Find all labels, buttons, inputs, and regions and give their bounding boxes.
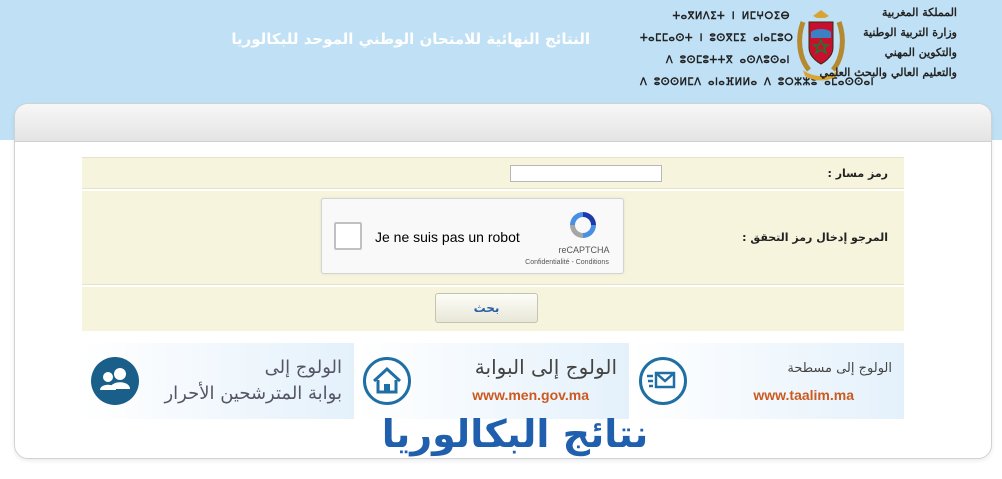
search-button[interactable]: بحث [435,293,538,323]
men-portal-banner[interactable]: الولوج إلى البوابة www.men.gov.ma [357,343,629,419]
results-form: رمز مسار : Je ne suis pas un robot reCAP… [82,151,904,331]
tifinagh-line: ⴷ ⵓⵙⵙⵍⵎⴷ ⴰⵏⴰⴼⵍⵍⴰ ⴷ ⵓⵔⵣⵣⵓ ⴰⵎⴰⵙⵙⴰⵏ [640,77,875,88]
taalim-platform-banner[interactable]: الولوج إلى مسطحة www.taalim.ma [632,343,904,419]
page-title: النتائج النهائية للامتحان الوطني الموحد … [231,30,590,48]
mail-icon [639,357,687,405]
home-icon [363,357,411,405]
ministry-line: المملكة المغربية [882,6,957,19]
ministry-line: وزارة التربية الوطنية [863,26,957,39]
banner-link: www.taalim.ma [753,387,854,403]
massar-code-label: رمز مسار : [827,167,888,180]
ministry-name-arabic: المملكة المغربية وزارة التربية الوطنية و… [819,3,957,83]
banner-link: www.men.gov.ma [472,387,589,403]
form-row-code: رمز مسار : [82,157,904,189]
banner-title: الولوج إلى البوابة [474,355,617,379]
panel-header-bar [15,104,991,142]
page: النتائج النهائية للامتحان الوطني الموحد … [0,0,1002,479]
free-candidates-portal-banner[interactable]: الولوج إلى بوابة المترشحين الأحرار [82,343,354,419]
users-icon [91,357,139,405]
recaptcha-logo-icon [570,212,596,238]
ministry-line: والتكوين المهني [884,46,957,59]
tifinagh-line: ⴷ ⵓⵙⵎⵓⵜⵜⴳ ⴰⵙⴷⵓⵙⴰⵏ [665,55,790,66]
ministry-line: والتعليم العالي والبحث العلمي [819,66,957,79]
recaptcha-checkbox[interactable] [334,222,362,250]
banner-title: الولوج إلى مسطحة [787,361,892,376]
results-heading: نتائج البكالوريا [381,412,649,456]
recaptcha-checkbox-label: Je ne suis pas un robot [375,229,520,245]
banner-title: الولوج إلى [264,357,342,378]
tifinagh-line: ⵜⴰⵎⵎⴰⵙⵜ ⵏ ⵓⵙⴳⵎⵉ ⴰⵏⴰⵎⵓⵔ [640,33,794,44]
massar-code-input[interactable] [510,165,662,182]
ministry-name-tifinagh: ⵜⴰⴳⵍⴷⵉⵜ ⵏ ⵍⵎⵖⵔⵉⴱ ⵜⴰⵎⵎⴰⵙⵜ ⵏ ⵓⵙⴳⵎⵉ ⴰⵏⴰⵎⵓⵔ … [640,6,875,94]
recaptcha-privacy-terms-links[interactable]: Confidentialité - Conditions [512,259,622,266]
recaptcha-widget: Je ne suis pas un robot reCAPTCHA Confid… [321,198,624,274]
recaptcha-brand: reCAPTCHA [558,245,610,255]
captcha-label: المرجو إدخال رمز التحقق : [742,231,888,244]
banner-subtitle: بوابة المترشحين الأحرار [164,383,342,404]
form-row-captcha: Je ne suis pas un robot reCAPTCHA Confid… [82,191,904,285]
tifinagh-line: ⵜⴰⴳⵍⴷⵉⵜ ⵏ ⵍⵎⵖⵔⵉⴱ [672,11,790,22]
form-row-submit: بحث [82,287,904,331]
